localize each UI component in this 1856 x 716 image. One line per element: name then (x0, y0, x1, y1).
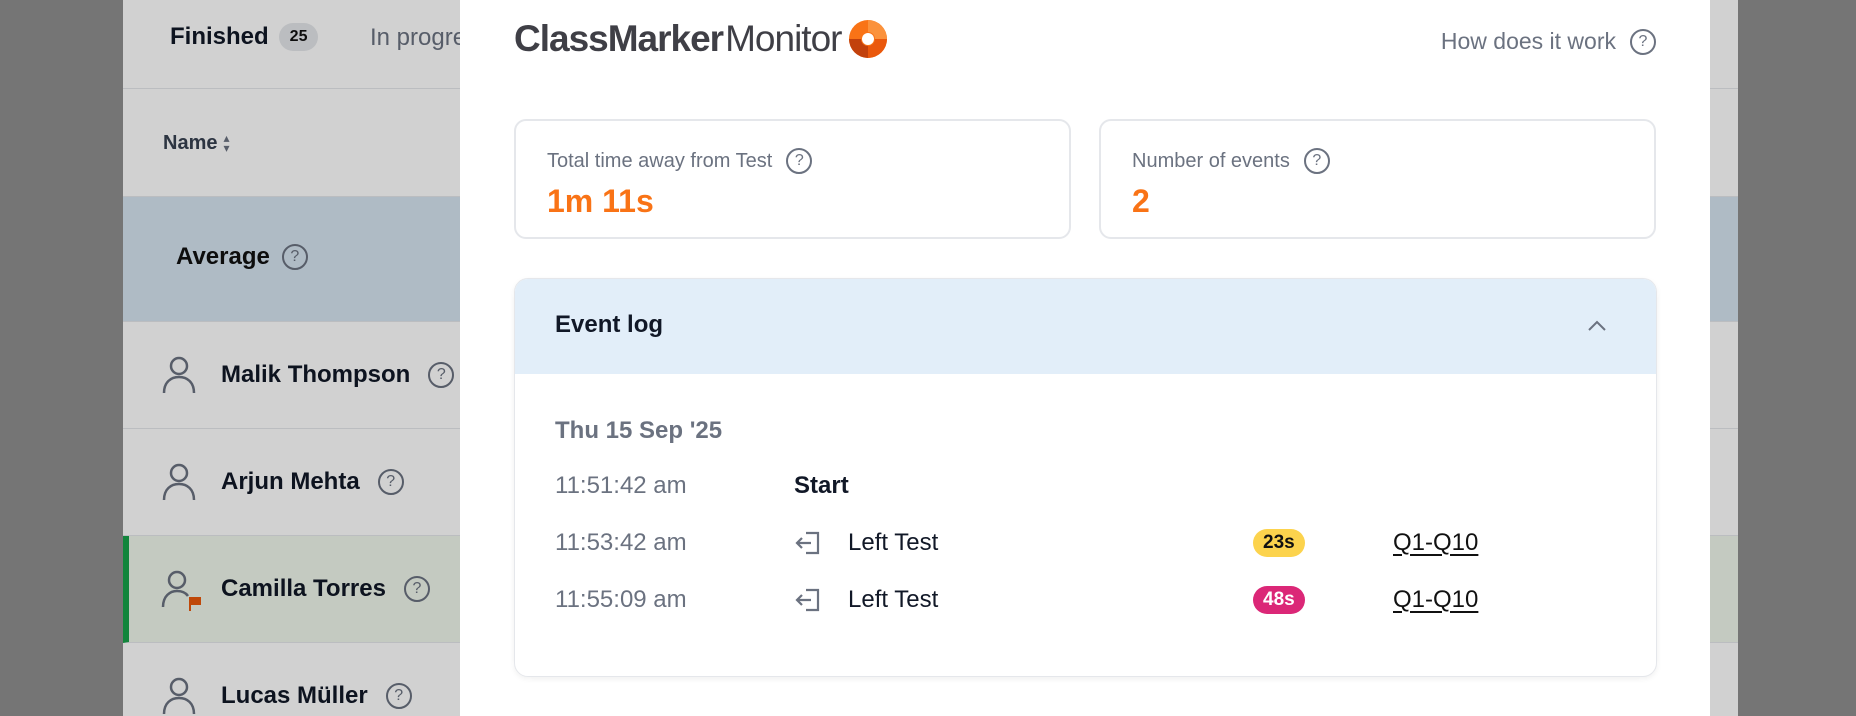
help-link-label: How does it work (1440, 28, 1616, 54)
help-icon[interactable]: ? (428, 362, 455, 388)
help-icon[interactable]: ? (1303, 148, 1330, 174)
name-column-label: Name (163, 132, 218, 154)
how-does-it-work-link[interactable]: How does it work ? (1441, 28, 1656, 55)
sort-icon: ▴ ▾ (223, 130, 230, 155)
event-name: Left Test (848, 586, 939, 613)
person-name: Malik Thompson (221, 361, 411, 388)
event-row: 11:55:09 am Left Test 48s Q1-Q10 (555, 580, 1615, 620)
user-icon (162, 463, 196, 501)
event-log-panel: Event log Thu 15 Sep '25 11:51:42 am Sta… (514, 278, 1657, 677)
event-row: 11:53:42 am Left Test 23s Q1-Q10 (555, 523, 1615, 563)
logo-text-classmarker: ClassMarker (514, 18, 724, 59)
help-icon[interactable]: ? (281, 244, 308, 270)
event-time: 11:51:42 am (555, 472, 687, 499)
event-date-heading: Thu 15 Sep '25 (555, 417, 723, 444)
exit-icon (795, 588, 820, 612)
stat-value: 2 (1132, 183, 1150, 219)
help-icon[interactable]: ? (403, 576, 430, 602)
event-name: Left Test (848, 529, 939, 556)
logo-text-monitor: Monitor (725, 18, 842, 59)
help-icon[interactable]: ? (385, 683, 412, 709)
questions-link[interactable]: Q1-Q10 (1393, 586, 1478, 614)
event-log-header[interactable]: Event log (515, 279, 1656, 374)
person-name: Camilla Torres (221, 575, 386, 602)
help-icon[interactable]: ? (786, 148, 813, 174)
person-name: Arjun Mehta (221, 468, 360, 495)
questions-link[interactable]: Q1-Q10 (1393, 529, 1478, 557)
tab-finished-count: 25 (278, 23, 319, 51)
number-of-events-card: Number of events ? 2 (1099, 119, 1656, 239)
flag-icon (189, 597, 201, 611)
help-icon[interactable]: ? (377, 469, 404, 495)
person-name: Lucas Müller (221, 682, 368, 709)
exit-icon (795, 531, 820, 555)
stat-label: Total time away from Test (547, 149, 773, 172)
user-icon (162, 356, 196, 394)
event-log-title: Event log (555, 311, 664, 338)
name-column-header[interactable]: Name ▴ ▾ (163, 132, 230, 155)
event-time: 11:55:09 am (555, 586, 687, 613)
event-time: 11:53:42 am (555, 529, 687, 556)
classmarker-monitor-logo: ClassMarker Monitor (514, 18, 889, 60)
monitor-modal: ClassMarker Monitor How does it work ? T… (460, 0, 1710, 716)
event-row: 11:51:42 am Start (555, 466, 1615, 506)
duration-badge: 23s (1253, 529, 1305, 557)
average-label: Average (176, 243, 270, 270)
duration-badge: 48s (1253, 586, 1305, 614)
tab-finished[interactable]: Finished 25 (170, 23, 319, 51)
stat-value: 1m 11s (547, 183, 654, 219)
stat-label: Number of events (1132, 149, 1290, 172)
logo-swirl-icon (849, 20, 888, 58)
chevron-up-icon[interactable] (1586, 315, 1608, 337)
total-time-away-card: Total time away from Test ? 1m 11s (514, 119, 1071, 239)
user-icon (162, 677, 196, 715)
event-name: Start (794, 472, 849, 499)
flagged-user-icon (161, 569, 201, 611)
help-icon: ? (1630, 28, 1656, 55)
tab-finished-label: Finished (170, 23, 269, 50)
